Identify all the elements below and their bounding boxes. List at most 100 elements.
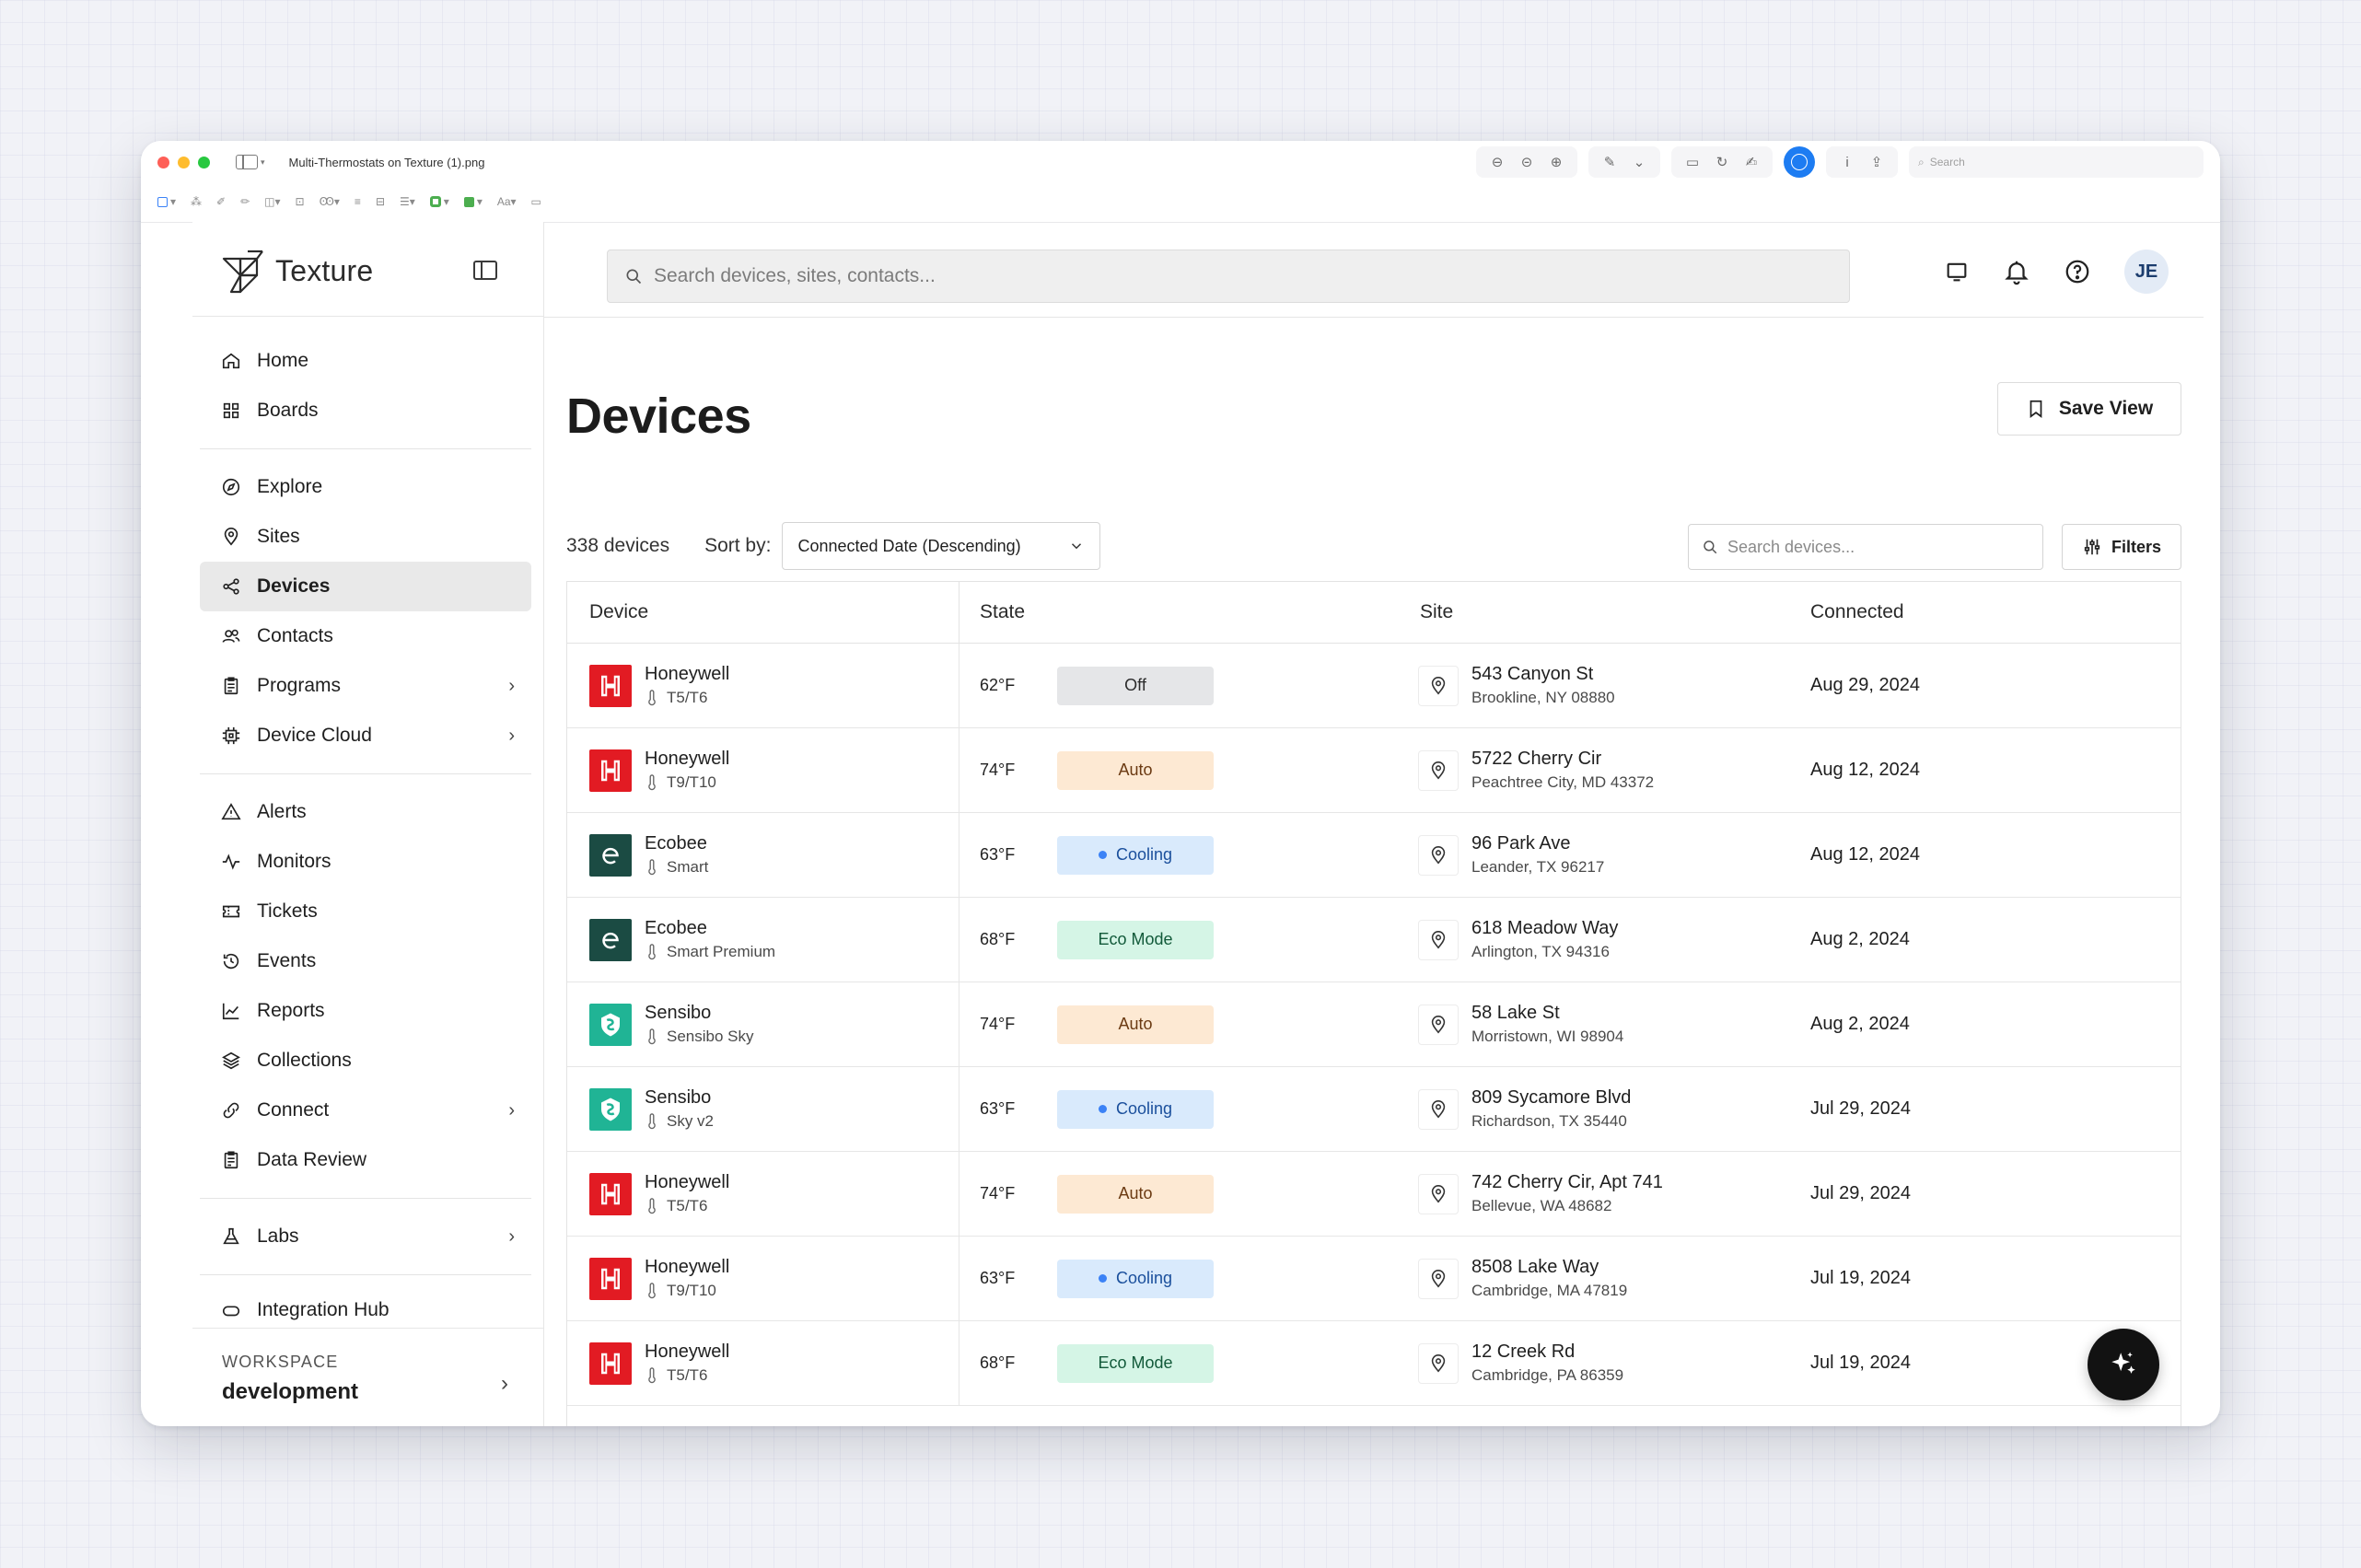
save-view-button[interactable]: Save View — [1997, 382, 2181, 436]
site-address[interactable]: 12 Creek Rd — [1471, 1342, 1623, 1363]
site-address[interactable]: 543 Canyon St — [1471, 664, 1615, 685]
global-search-input[interactable]: Search devices, sites, contacts... — [607, 250, 1850, 303]
sidebar-item-collections[interactable]: Collections — [200, 1036, 531, 1086]
sidebar-item-reports[interactable]: Reports — [200, 986, 531, 1036]
device-brand[interactable]: Honeywell — [645, 1257, 729, 1278]
zoom-window-button[interactable] — [198, 156, 210, 168]
preview-search-field[interactable]: ⌕ Search — [1909, 146, 2204, 178]
sketch-icon[interactable]: ✐ — [216, 195, 226, 208]
comment-icon[interactable]: ▭ — [531, 195, 541, 208]
brand[interactable]: Texture — [220, 246, 373, 296]
device-brand[interactable]: Ecobee — [645, 918, 775, 939]
users-icon — [220, 625, 242, 647]
text-box-icon[interactable]: ⊡ — [296, 195, 305, 208]
collapse-sidebar-icon[interactable] — [473, 261, 497, 280]
close-window-button[interactable] — [157, 156, 169, 168]
sidebar-item-monitors[interactable]: Monitors — [200, 837, 531, 887]
crop-icon[interactable]: ▭ — [1684, 156, 1701, 169]
status-badge-label: Auto — [1118, 1184, 1153, 1202]
device-brand[interactable]: Honeywell — [645, 749, 729, 770]
sidebar-item-contacts[interactable]: Contacts — [200, 611, 531, 661]
fill-color-icon[interactable]: ▾ — [463, 195, 483, 208]
site-address[interactable]: 5722 Cherry Cir — [1471, 749, 1654, 770]
site-address[interactable]: 8508 Lake Way — [1471, 1257, 1627, 1278]
draw-icon[interactable]: ✏ — [240, 195, 250, 208]
sidebar-item-events[interactable]: Events — [200, 936, 531, 986]
column-header-site[interactable]: Site — [1405, 582, 1796, 643]
honeywell-logo-icon — [589, 1172, 632, 1215]
help-icon[interactable] — [2064, 258, 2091, 285]
table-row[interactable]: Sensibo Sky v2 63°F Cooling 809 Sycamore… — [567, 1067, 2181, 1152]
page-layout-icon[interactable]: ⊟ — [376, 195, 385, 208]
border-color-icon[interactable]: ▾ — [429, 195, 449, 208]
preview-sidebar-toggle-icon[interactable] — [236, 155, 258, 169]
site-address[interactable]: 618 Meadow Way — [1471, 918, 1618, 939]
table-row[interactable]: Honeywell T5/T6 74°F Auto 742 Cherry Cir… — [567, 1152, 2181, 1237]
sidebar-item-alerts[interactable]: Alerts — [200, 787, 531, 837]
shapes-icon[interactable]: ◫▾ — [264, 195, 280, 208]
filters-button[interactable]: Filters — [2062, 524, 2181, 570]
sidebar-item-labs[interactable]: Labs › — [200, 1212, 531, 1261]
device-search-input[interactable]: Search devices... — [1688, 524, 2043, 570]
table-row[interactable]: Ecobee Smart 63°F Cooling 96 Park Ave Le… — [567, 813, 2181, 898]
ai-assistant-button[interactable] — [2088, 1329, 2159, 1400]
sidebar-item-programs[interactable]: Programs › — [200, 661, 531, 711]
shape-style-icon[interactable]: ☰▾ — [400, 195, 415, 208]
sidebar-item-sites[interactable]: Sites — [200, 512, 531, 562]
sidebar-item-home[interactable]: Home — [200, 336, 531, 386]
workspace-switcher[interactable]: WORKSPACE development › — [192, 1328, 543, 1426]
text-style-icon[interactable]: Aa▾ — [497, 195, 517, 208]
markup-toggle-button[interactable] — [1784, 146, 1815, 178]
table-row[interactable]: Honeywell T9/T10 63°F Cooling 8508 Lake … — [567, 1237, 2181, 1321]
thermometer-icon — [648, 774, 656, 791]
bell-icon[interactable] — [2003, 258, 2030, 285]
rotate-icon[interactable]: ↻ — [1714, 156, 1730, 169]
info-icon[interactable]: i — [1839, 156, 1855, 169]
page-title: Devices — [566, 389, 751, 444]
pen-icon[interactable]: ✎ — [1601, 156, 1618, 169]
table-row[interactable]: Honeywell T5/T6 68°F Eco Mode 12 Creek R… — [567, 1321, 2181, 1406]
sign-icon[interactable]: ✍ — [1743, 156, 1760, 169]
device-brand[interactable]: Sensibo — [645, 1003, 754, 1024]
selection-tool-icon[interactable]: ▾ — [157, 195, 176, 208]
site-address[interactable]: 58 Lake St — [1471, 1003, 1623, 1024]
table-row[interactable]: Honeywell T9/T10 74°F Auto 5722 Cherry C… — [567, 728, 2181, 813]
instant-alpha-icon[interactable]: ⁂ — [191, 195, 202, 208]
column-header-connected[interactable]: Connected — [1796, 582, 2181, 643]
sidebar-item-device-cloud[interactable]: Device Cloud › — [200, 711, 531, 761]
table-row[interactable]: Honeywell T5/T6 62°F Off 543 Canyon St B… — [567, 644, 2181, 728]
device-brand[interactable]: Honeywell — [645, 1172, 729, 1193]
device-brand[interactable]: Ecobee — [645, 833, 708, 854]
zoom-in-icon[interactable]: ⊕ — [1548, 156, 1564, 169]
chevron-down-icon[interactable]: ▾ — [261, 157, 265, 168]
sidebar-item-data-review[interactable]: Data Review — [200, 1135, 531, 1185]
site-address[interactable]: 742 Cherry Cir, Apt 741 — [1471, 1172, 1663, 1193]
table-row[interactable]: Ecobee Smart Premium 68°F Eco Mode 618 M… — [567, 898, 2181, 982]
sidebar-item-tickets[interactable]: Tickets — [200, 887, 531, 936]
signature-icon[interactable]: Ꙭ▾ — [320, 195, 340, 208]
site-address[interactable]: 809 Sycamore Blvd — [1471, 1087, 1631, 1109]
table-row[interactable]: Sensibo Sensibo Sky 74°F Auto 58 Lake St… — [567, 982, 2181, 1067]
sort-select[interactable]: Connected Date (Descending) — [782, 522, 1101, 570]
device-brand[interactable]: Sensibo — [645, 1087, 714, 1109]
sidebar-item-explore[interactable]: Explore — [200, 462, 531, 512]
device-model-label: T9/T10 — [667, 1282, 716, 1299]
zoom-fit-icon[interactable]: ⊖ — [1489, 156, 1506, 169]
device-brand[interactable]: Honeywell — [645, 1342, 729, 1363]
zoom-out-icon[interactable]: ⊝ — [1518, 156, 1535, 169]
column-header-state[interactable]: State — [960, 582, 1405, 643]
minimize-window-button[interactable] — [178, 156, 190, 168]
sidebar-item-integration-hub[interactable]: Integration Hub — [200, 1288, 531, 1321]
monitor-icon[interactable] — [1944, 259, 1970, 285]
sidebar-item-connect[interactable]: Connect › — [200, 1086, 531, 1135]
avatar[interactable]: JE — [2124, 250, 2169, 294]
chevron-right-icon: › — [508, 725, 515, 746]
adjust-color-icon[interactable]: ≡ — [355, 195, 361, 208]
sidebar-item-boards[interactable]: Boards — [200, 386, 531, 436]
chevron-down-icon[interactable]: ⌄ — [1631, 156, 1647, 169]
site-address[interactable]: 96 Park Ave — [1471, 833, 1604, 854]
column-header-device[interactable]: Device — [567, 582, 960, 643]
device-brand[interactable]: Honeywell — [645, 664, 729, 685]
share-icon[interactable]: ⇪ — [1868, 156, 1885, 169]
sidebar-item-devices[interactable]: Devices — [200, 562, 531, 611]
